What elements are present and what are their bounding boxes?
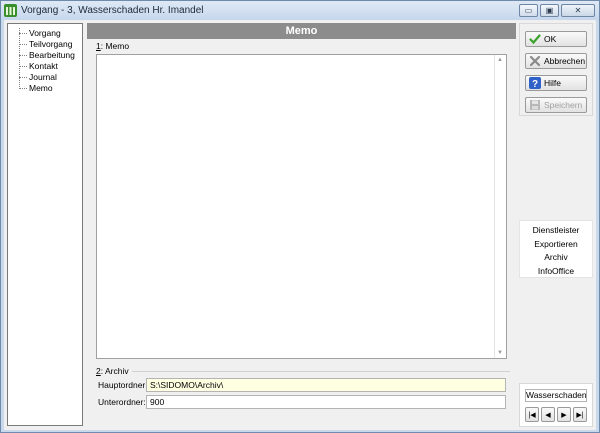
abbrechen-label: Abbrechen bbox=[544, 56, 586, 66]
ok-button[interactable]: OK bbox=[525, 31, 587, 47]
scroll-down-icon[interactable]: ▼ bbox=[497, 350, 503, 356]
abbrechen-button[interactable]: Abbrechen bbox=[525, 53, 587, 69]
app-window: Vorgang - 3, Wasserschaden Hr. Imandel ▭… bbox=[0, 0, 600, 433]
tree-item-teilvorgang[interactable]: Teilvorgang bbox=[8, 39, 82, 50]
archiv-group-divider bbox=[132, 371, 510, 372]
window-title: Vorgang - 3, Wasserschaden Hr. Imandel bbox=[21, 5, 204, 16]
memo-panel: Memo 1: Memo ▲ ▼ 2: Archiv Hauptordner: … bbox=[87, 23, 516, 426]
first-record-button[interactable]: |◀ bbox=[525, 407, 539, 422]
navigation-tree: Vorgang Teilvorgang Bearbeitung Kontakt … bbox=[7, 23, 83, 426]
memo-group-label: 1: Memo bbox=[96, 41, 516, 52]
close-button[interactable]: ✕ bbox=[561, 4, 595, 17]
unterordner-label: Unterordner: bbox=[98, 397, 146, 407]
unterordner-field[interactable]: 900 bbox=[146, 395, 506, 409]
checkmark-icon bbox=[529, 33, 541, 45]
app-logo-icon bbox=[4, 4, 17, 17]
navigator-buttons: |◀ ◀ ▶ ▶| bbox=[525, 407, 587, 422]
minimize-button[interactable]: ▭ bbox=[519, 4, 538, 17]
next-record-button[interactable]: ▶ bbox=[557, 407, 571, 422]
tree-item-bearbeitung[interactable]: Bearbeitung bbox=[8, 50, 82, 61]
link-archiv[interactable]: Archiv bbox=[520, 251, 592, 265]
title-bar[interactable]: Vorgang - 3, Wasserschaden Hr. Imandel ▭… bbox=[1, 1, 599, 20]
archiv-group-label: 2: Archiv bbox=[96, 366, 129, 376]
ok-label: OK bbox=[544, 34, 557, 44]
memo-textarea[interactable]: ▲ ▼ bbox=[96, 54, 507, 359]
memo-group-text: : Memo bbox=[100, 41, 130, 51]
cancel-x-icon bbox=[529, 55, 541, 67]
hauptordner-label: Hauptordner: bbox=[98, 380, 148, 390]
previous-record-button[interactable]: ◀ bbox=[541, 407, 555, 422]
hilfe-button[interactable]: ? Hilfe bbox=[525, 75, 587, 91]
link-dienstleister[interactable]: Dienstleister bbox=[520, 224, 592, 238]
link-exportieren[interactable]: Exportieren bbox=[520, 238, 592, 252]
help-question-icon: ? bbox=[529, 77, 541, 90]
action-button-panel: OK Abbrechen ? Hilfe Speichern bbox=[519, 23, 593, 116]
client-area: Vorgang Teilvorgang Bearbeitung Kontakt … bbox=[4, 20, 596, 430]
svg-text:?: ? bbox=[532, 79, 538, 89]
tree-item-memo[interactable]: Memo bbox=[8, 83, 82, 94]
speichern-label: Speichern bbox=[544, 100, 583, 110]
window-controls: ▭ ▣ ✕ bbox=[519, 4, 595, 17]
save-disk-icon bbox=[529, 99, 541, 111]
hilfe-label: Hilfe bbox=[544, 78, 562, 88]
hauptordner-field[interactable]: S:\SIDOMO\Archiv\ bbox=[146, 378, 506, 392]
record-navigator: Wasserschaden H |◀ ◀ ▶ ▶| bbox=[519, 383, 593, 427]
archiv-group-text: : Archiv bbox=[100, 366, 129, 376]
tree-item-vorgang[interactable]: Vorgang bbox=[8, 28, 82, 39]
link-panel: Dienstleister Exportieren Archiv InfoOff… bbox=[519, 220, 593, 278]
speichern-button[interactable]: Speichern bbox=[525, 97, 587, 113]
last-record-button[interactable]: ▶| bbox=[573, 407, 587, 422]
maximize-button[interactable]: ▣ bbox=[540, 4, 559, 17]
tree-item-kontakt[interactable]: Kontakt bbox=[8, 61, 82, 72]
tree-item-journal[interactable]: Journal bbox=[8, 72, 82, 83]
link-infooffice[interactable]: InfoOffice bbox=[520, 265, 592, 279]
scroll-up-icon[interactable]: ▲ bbox=[497, 57, 503, 63]
memo-scrollbar[interactable]: ▲ ▼ bbox=[494, 55, 506, 358]
record-title: Wasserschaden H bbox=[525, 389, 587, 402]
panel-title: Memo bbox=[87, 23, 516, 39]
